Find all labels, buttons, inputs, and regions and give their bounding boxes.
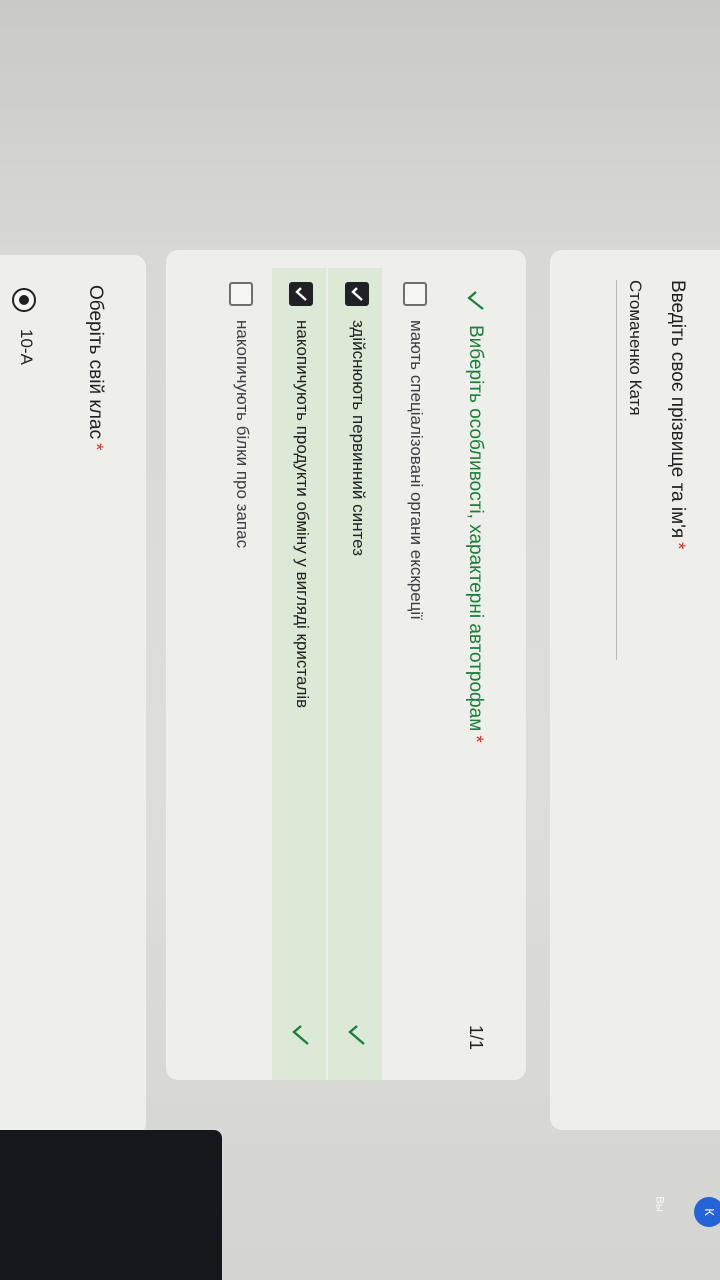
dark-overlay-panel — [0, 1130, 222, 1280]
name-answer-field[interactable]: Стомаченко Катя — [625, 280, 645, 416]
question-title: Введіть своє прізвище та ім'я* — [667, 280, 688, 550]
checkbox-option[interactable]: мають спеціалізовані органи екскреції — [386, 250, 440, 1080]
question-score: 1/1 — [466, 1024, 486, 1050]
option-label: здійснюють первинний синтез — [349, 320, 368, 556]
radio-selected[interactable] — [12, 288, 36, 312]
required-asterisk: * — [465, 735, 486, 743]
form-page: Введіть своє прізвище та ім'я* Стомаченк… — [0, 0, 720, 1280]
checkbox-option-correct[interactable]: здійснюють первинний синтез — [328, 268, 382, 1080]
checkbox-checked[interactable] — [289, 282, 313, 306]
option-label: накопичують продукти обміну у вигляді кр… — [293, 320, 312, 709]
autotroph-question-card: Виберіть особливості, характерні автотро… — [166, 250, 526, 1080]
class-question-card: Оберіть свій клас* 10-А — [0, 255, 146, 1135]
account-label: Вы — [653, 1196, 666, 1212]
required-asterisk: * — [667, 542, 688, 550]
radio-dot — [19, 295, 29, 305]
checkbox-option-correct[interactable]: накопичують продукти обміну у вигляді кр… — [272, 268, 326, 1080]
required-asterisk: * — [85, 443, 106, 451]
question-title: Виберіть особливості, характерні автотро… — [465, 325, 486, 743]
checkbox-option[interactable]: накопичують білки про запас — [212, 250, 266, 1080]
correct-check-icon — [467, 291, 484, 310]
option-label: накопичують білки про запас — [233, 320, 252, 549]
checkbox[interactable] — [229, 282, 253, 306]
correct-check-icon — [292, 1025, 309, 1045]
account-avatar[interactable]: К — [694, 1197, 720, 1227]
field-underline — [616, 280, 617, 660]
radio-option-label: 10-А — [17, 329, 36, 365]
option-label: мають спеціалізовані органи екскреції — [407, 320, 426, 620]
question-title: Оберіть свій клас* — [85, 285, 106, 451]
name-question-card: Введіть своє прізвище та ім'я* Стомаченк… — [550, 250, 720, 1130]
checkbox[interactable] — [403, 282, 427, 306]
checkbox-checked[interactable] — [345, 282, 369, 306]
correct-check-icon — [348, 1025, 365, 1045]
